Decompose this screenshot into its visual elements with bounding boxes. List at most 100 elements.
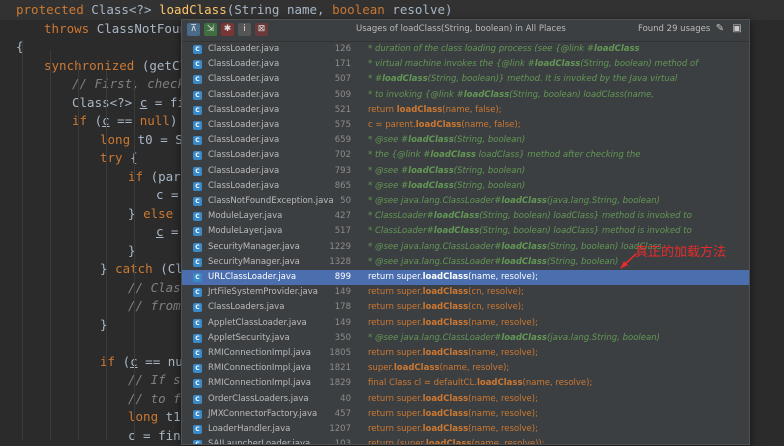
annotation-label: 真正的加载方法 <box>635 245 727 260</box>
usage-count: Found 29 usages <box>638 24 711 34</box>
usage-line-number: 509 <box>334 89 351 100</box>
usage-snippet: return super.loadClass(name, resolve); <box>368 348 538 358</box>
usage-file-name: JMXConnectorFactory.java <box>208 408 318 419</box>
usage-row[interactable]: C AppletClassLoader.java 149 return super.l… <box>182 316 749 331</box>
code-line: // Class <box>128 279 189 295</box>
usage-row[interactable]: C ClassLoader.java 126 * duration of the cl… <box>182 42 749 57</box>
usage-snippet: return super.loadClass(name, resolve); <box>368 393 538 404</box>
indent-guide <box>22 40 23 440</box>
code-line: throws ClassNotFound <box>44 20 195 36</box>
code-line: // to fi <box>128 390 189 406</box>
usage-row[interactable]: C URLClassLoader.java 899 return super.load… <box>182 270 749 286</box>
java-class-icon: C <box>193 318 202 328</box>
usage-row[interactable]: C RMIConnectionImpl.java 1805 return super.… <box>182 346 749 361</box>
usage-row[interactable]: C ClassLoader.java 659 * @see #loadClass(St… <box>182 133 749 148</box>
usage-row[interactable]: C ClassLoader.java 507 * #loadClass(String,… <box>182 72 749 87</box>
code-line: long t1 <box>128 409 181 424</box>
code-line: if (c == null) { <box>72 113 192 128</box>
usage-row[interactable]: C ClassLoader.java 171 * virtual machine in… <box>182 57 749 72</box>
usage-row[interactable]: C RMIConnectionImpl.java 1829 final Class c… <box>182 376 749 391</box>
java-class-icon: C <box>193 333 202 343</box>
usage-line-number: 793 <box>334 165 351 176</box>
usage-file-name: ClassLoader.java <box>208 74 280 85</box>
usage-row[interactable]: C ClassLoader.java 575 c = parent.loadClass… <box>182 118 749 133</box>
usage-file-name: ClassLoader.java <box>208 180 280 191</box>
usage-snippet: * @see java.lang.ClassLoader#loadClass(j… <box>368 196 660 206</box>
usage-snippet: * ClassLoader#loadClass(String, boolean)… <box>368 226 692 237</box>
usage-line-number: 1207 <box>329 424 351 434</box>
usage-row[interactable]: C JMXConnectorFactory.java 457 return super… <box>182 407 749 422</box>
java-class-icon: C <box>193 425 202 434</box>
java-class-icon: C <box>193 409 202 419</box>
usage-file-name: SecurityManager.java <box>208 256 300 267</box>
java-class-icon: C <box>193 364 202 374</box>
open-in-window-icon[interactable]: ▣ <box>731 23 743 35</box>
filter-icon[interactable]: ✱ <box>221 23 234 36</box>
usage-file-name: SAJLauncherLoader.java <box>208 439 311 445</box>
indent-guide <box>50 50 51 440</box>
usage-snippet: * #loadClass(String, boolean)} method. I… <box>368 74 678 85</box>
usage-row[interactable]: C ModuleLayer.java 427 * ClassLoader#loadCl… <box>182 209 749 224</box>
usage-file-name: ClassLoader.java <box>208 104 280 115</box>
usage-line-number: 865 <box>334 180 351 191</box>
java-class-icon: C <box>193 257 202 267</box>
usage-row[interactable]: C ModuleLayer.java 517 * ClassLoader#loadCl… <box>182 224 749 239</box>
usage-file-name: RMIConnectionImpl.java <box>208 348 311 358</box>
code-line: } else { <box>128 205 188 221</box>
usage-row[interactable]: C SAJLauncherLoader.java 103 return (super.… <box>182 437 749 445</box>
info-icon[interactable]: i <box>238 23 251 36</box>
code-line: // from <box>128 298 189 313</box>
wrench-icon[interactable]: ✎ <box>714 23 726 35</box>
java-class-icon: C <box>193 121 202 130</box>
usage-row[interactable]: C ClassNotFoundException.java 50 * @see jav… <box>182 194 749 209</box>
usage-snippet: * @see java.lang.ClassLoader#loadClass(S… <box>368 256 619 267</box>
usage-line-number: 149 <box>334 287 351 298</box>
usage-line-number: 659 <box>334 135 351 146</box>
usage-row[interactable]: C AppletSecurity.java 350 * @see java.lang.… <box>182 331 749 346</box>
usage-row[interactable]: C OrderClassLoaders.java 40 return super.lo… <box>182 392 749 407</box>
code-line: // First, check <box>72 76 193 91</box>
usage-file-name: ModuleLayer.java <box>208 211 283 222</box>
usage-snippet: return super.loadClass(name, resolve); <box>368 272 538 282</box>
usage-line-number: 171 <box>334 59 351 70</box>
code-line: c = <box>156 187 179 202</box>
usage-file-name: ClassLoader.java <box>208 150 280 161</box>
usage-snippet: return loadClass(name, false); <box>368 104 502 115</box>
usage-row[interactable]: C JrtFileSystemProvider.java 149 return sup… <box>182 285 749 300</box>
usage-line-number: 575 <box>334 120 351 130</box>
usage-file-name: ClassLoader.java <box>208 44 280 54</box>
usage-file-name: ClassLoaders.java <box>208 302 285 313</box>
java-class-icon: C <box>193 151 202 161</box>
java-class-icon: C <box>193 90 202 100</box>
indent-guide <box>134 80 135 440</box>
merge-icon[interactable]: ⇲ <box>204 23 217 36</box>
usage-snippet: final Class cl = defaultCL.loadClass(nam… <box>368 378 593 389</box>
usage-row[interactable]: C ClassLoader.java 865 * @see #loadClass(St… <box>182 179 749 194</box>
pin-icon[interactable]: ⊼ <box>187 23 200 36</box>
usage-file-name: RMIConnectionImpl.java <box>208 363 311 374</box>
usage-row[interactable]: C LoaderHandler.java 1207 return super.load… <box>182 422 749 437</box>
usage-snippet: * ClassLoader#loadClass(String, boolean)… <box>368 211 692 222</box>
usage-row[interactable]: C RMIConnectionImpl.java 1821 super.loadCla… <box>182 361 749 376</box>
settings-toggle-icon[interactable]: ⊠ <box>255 23 268 36</box>
code-line: if (c == nul <box>100 353 191 369</box>
java-class-icon: C <box>193 288 202 298</box>
java-class-icon: C <box>193 75 202 85</box>
usage-snippet: c = parent.loadClass(name, false); <box>368 120 521 130</box>
usage-row[interactable]: C ClassLoader.java 793 * @see #loadClass(St… <box>182 164 749 179</box>
usage-row[interactable]: C ClassLoader.java 702 * the {@link #loadCl… <box>182 148 749 163</box>
usage-row[interactable]: C ClassLoader.java 509 * to invoking {@link… <box>182 88 749 103</box>
code-line: // If st <box>128 372 189 387</box>
usage-snippet: * to invoking {@link #loadClass(String, … <box>368 89 655 100</box>
usage-line-number: 1821 <box>329 363 351 374</box>
java-class-icon: C <box>193 60 202 70</box>
java-class-icon: C <box>193 105 202 115</box>
usage-file-name: ClassLoader.java <box>208 135 280 146</box>
usage-row[interactable]: C ClassLoaders.java 178 return super.loadCl… <box>182 300 749 315</box>
code-line: synchronized (getCla <box>44 57 195 73</box>
java-class-icon: C <box>193 181 202 191</box>
code-line: long t0 = Sy <box>100 131 191 147</box>
usage-row[interactable]: C ClassLoader.java 521 return loadClass(nam… <box>182 103 749 118</box>
usage-snippet: return super.loadClass(cn, resolve); <box>368 302 524 313</box>
find-usages-popup[interactable]: ⊼ ⇲ ✱ i ⊠ Usages of loadClass(String, bo… <box>181 19 750 445</box>
